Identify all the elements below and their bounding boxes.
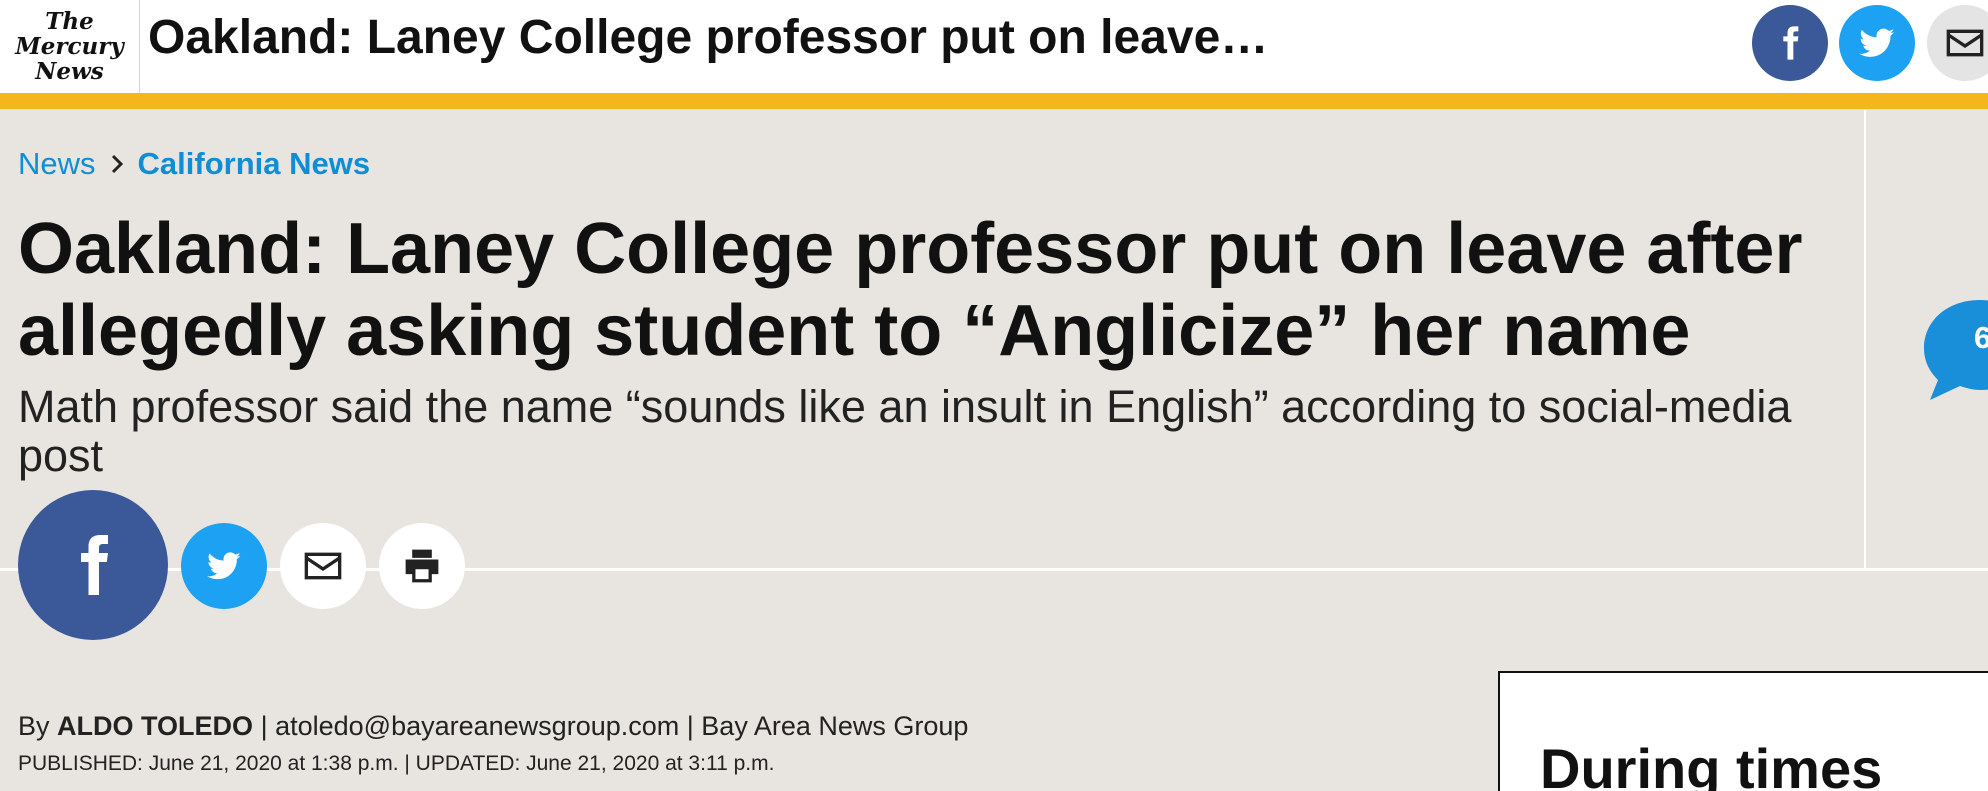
logo-line-2: Mercury [15,33,124,60]
breadcrumb-news-link[interactable]: News [18,146,96,182]
email-share-button[interactable] [280,523,366,609]
twitter-icon [1859,28,1895,57]
article-headline: Oakland: Laney College professor put on … [18,209,1803,371]
header-accent-bar [0,93,1988,109]
logo-line-1: The [45,8,94,35]
twitter-share-button[interactable] [181,523,267,609]
header-facebook-share-button[interactable] [1752,5,1828,81]
author-email[interactable]: atoledo@bayareanewsgroup.com [275,711,679,741]
sticky-header: The Mercury News Oakland: Laney College … [0,0,1988,93]
header-twitter-share-button[interactable] [1839,5,1915,81]
publisher-name: Bay Area News Group [701,711,969,741]
byline-separator: | [686,711,694,741]
facebook-icon [81,535,108,595]
byline: By ALDO TOLEDO | atoledo@bayareanewsgrou… [18,711,968,742]
email-icon [304,552,342,580]
comment-count[interactable]: 6 [1974,320,1988,356]
facebook-share-button[interactable] [18,490,168,640]
site-logo[interactable]: The Mercury News [0,0,140,93]
byline-separator: | [260,711,268,741]
byline-prefix: By [18,711,50,741]
header-article-title: Oakland: Laney College professor put on … [148,11,1269,64]
print-icon [405,549,439,583]
advertisement[interactable]: During times [1498,671,1988,791]
print-button[interactable] [379,523,465,609]
chevron-right-icon [110,153,124,175]
author-name[interactable]: ALDO TOLEDO [57,711,253,741]
publish-dates: PUBLISHED: June 21, 2020 at 1:38 p.m. | … [18,752,775,775]
facebook-icon [1783,26,1799,60]
article-subhead: Math professor said the name “sounds lik… [18,381,1792,481]
ad-headline: During times [1540,737,1883,791]
vertical-divider [1864,110,1866,569]
breadcrumb: News California News [18,146,370,182]
email-icon [1946,29,1984,57]
logo-line-3: News [35,58,104,85]
twitter-icon [207,552,241,580]
breadcrumb-category-link[interactable]: California News [138,146,371,182]
header-email-share-button[interactable] [1927,5,1988,81]
